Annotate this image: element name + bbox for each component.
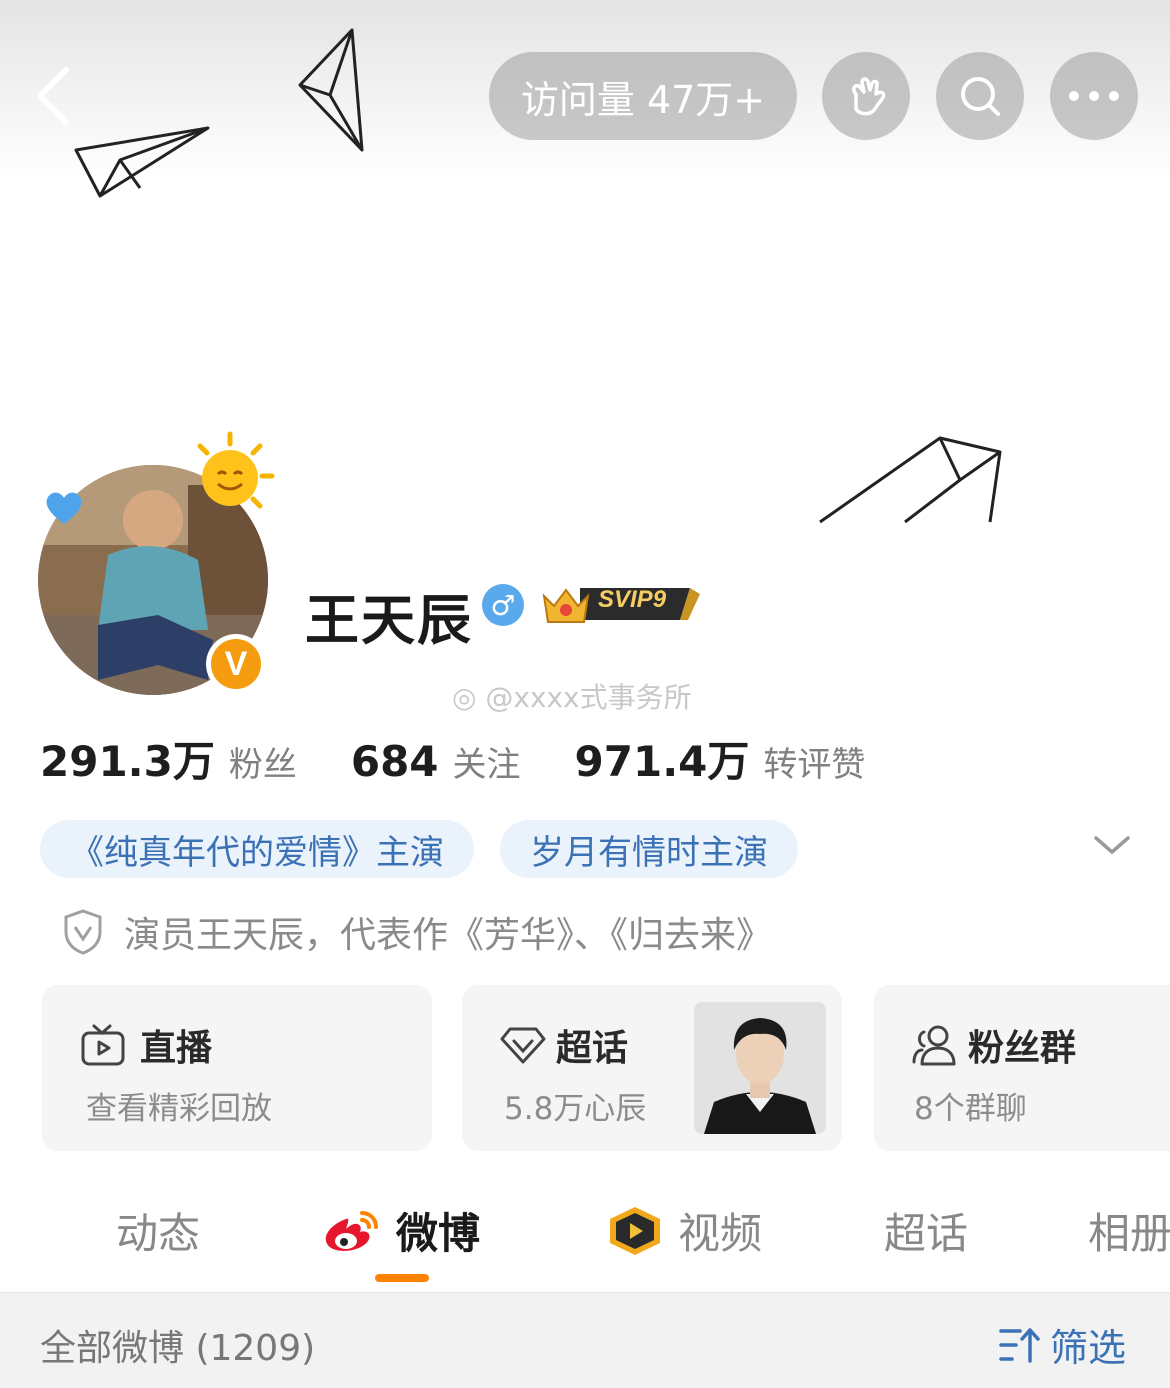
verification-info[interactable]: 演员王天辰，代表作《芳华》、《归去来》 (62, 906, 772, 958)
post-count: 全部微博 (1209) (40, 1328, 316, 1369)
group-users-icon (912, 1025, 956, 1066)
stat-value: 291.3万 (40, 737, 215, 786)
shield-icon (64, 909, 102, 955)
stat-value: 684 (350, 737, 439, 786)
supertopic-portrait (694, 1002, 826, 1134)
search-button[interactable] (936, 52, 1024, 140)
live-card-title: 直播 (80, 1019, 212, 1071)
profile-name: 王天辰 (305, 589, 473, 652)
stat-label: 粉丝 (228, 745, 297, 785)
visits-pill[interactable]: 访问量 47万+ (489, 52, 797, 140)
supertopic-card[interactable]: 超话 5.8万心辰 (462, 985, 842, 1151)
tab-video[interactable]: 视频 (604, 1200, 762, 1261)
verification-text: 演员王天辰，代表作《芳华》、《归去来》 (124, 915, 773, 956)
watermark: ◎ @xxxx式事务所 (452, 676, 692, 716)
search-icon (961, 77, 1000, 116)
filter-button[interactable]: 筛选 (998, 1317, 1126, 1372)
supertopic-card-title: 超话 (500, 1019, 628, 1071)
svip-badge[interactable]: SVIP9 (540, 580, 700, 626)
tab-label: 视频 (678, 1209, 763, 1258)
diamond-icon (500, 1027, 546, 1064)
fangroup-card-title: 粉丝群 (910, 1019, 1076, 1071)
back-chevron-icon (37, 67, 69, 125)
tag-chip[interactable]: 《纯真年代的爱情》主演 (40, 820, 474, 878)
fangroup-card[interactable]: 粉丝群 8个群聊 (874, 985, 1170, 1151)
stat-followers[interactable]: 291.3万 粉丝 (40, 728, 297, 789)
stat-following[interactable]: 684 关注 (351, 737, 521, 786)
tab-label: 微博 (396, 1209, 481, 1258)
filter-bar: 全部微博 (1209) 筛选 (0, 1292, 1170, 1388)
watermark-text: @xxxx式事务所 (485, 681, 692, 714)
tab-label: 超话 (884, 1209, 969, 1258)
more-dots-icon (1069, 91, 1119, 101)
svip-label: SVIP9 (598, 586, 667, 613)
video-badge-icon (610, 1206, 660, 1255)
stat-label: 关注 (452, 745, 521, 785)
gender-male-icon: ♂ (482, 584, 524, 626)
tab-dynamics[interactable]: 动态 (116, 1200, 200, 1261)
fangroup-title: 粉丝群 (968, 1028, 1077, 1069)
profile-tags: 《纯真年代的爱情》主演 岁月有情时主演 (40, 820, 798, 878)
tag-chip[interactable]: 岁月有情时主演 (500, 820, 798, 878)
filter-label: 筛选 (1050, 1326, 1127, 1370)
live-title: 直播 (140, 1028, 213, 1069)
filter-sort-icon (999, 1327, 1040, 1363)
weibo-watermark-icon: ◎ (452, 681, 477, 714)
hand-wave-icon (852, 77, 886, 116)
live-card[interactable]: 直播 查看精彩回放 (42, 985, 432, 1151)
supertopic-subtitle: 5.8万心辰 (504, 1091, 647, 1127)
active-tab-indicator (375, 1274, 429, 1282)
visits-label: 访问量 47万+ (520, 77, 766, 122)
fangroup-subtitle: 8个群聊 (914, 1091, 1027, 1127)
more-button[interactable] (1050, 52, 1138, 140)
weibo-logo-icon (325, 1210, 378, 1251)
tab-label: 动态 (116, 1209, 201, 1258)
stat-interactions[interactable]: 971.4万 转评赞 (575, 728, 866, 789)
verified-badge-letter: V (211, 639, 261, 689)
chevron-down-icon[interactable] (1092, 832, 1132, 858)
heart-icon (46, 492, 82, 524)
live-subtitle: 查看精彩回放 (86, 1091, 272, 1127)
sun-decoration-icon (197, 431, 275, 509)
tv-icon (81, 1024, 125, 1066)
tab-supertopic[interactable]: 超话 (884, 1200, 968, 1261)
wave-button[interactable] (822, 52, 910, 140)
profile-tabs: 动态 微博 视频 超话 相册 (0, 1190, 1170, 1290)
back-button[interactable] (26, 56, 86, 136)
stat-value: 971.4万 (574, 737, 750, 786)
tab-album[interactable]: 相册 (1088, 1200, 1170, 1261)
tab-label: 相册 (1088, 1209, 1170, 1258)
profile-stats: 291.3万 粉丝 684 关注 971.4万 转评赞 (40, 728, 865, 789)
tab-weibo[interactable]: 微博 (322, 1200, 480, 1261)
verified-badge: V (206, 634, 266, 694)
stat-label: 转评赞 (763, 745, 866, 785)
supertopic-title: 超话 (556, 1028, 629, 1069)
